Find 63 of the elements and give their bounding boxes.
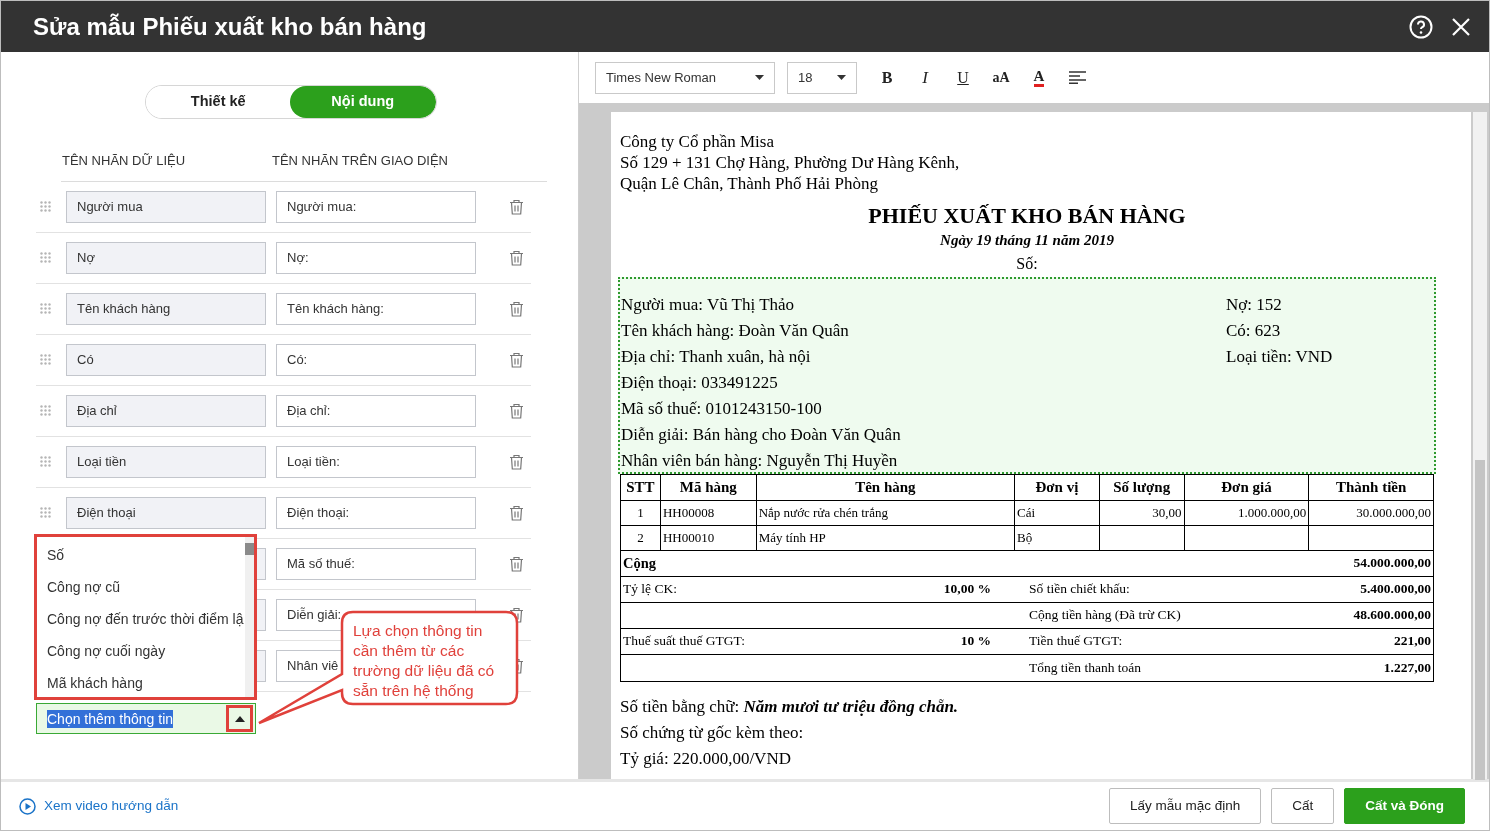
summary-value: 10,00 % <box>943 580 991 599</box>
combo-value: Chọn thêm thông tin <box>47 709 174 728</box>
info-line: Loại tiền: VND <box>1226 346 1333 368</box>
info-line: Có: 623 <box>1226 320 1282 342</box>
summary-value: 5.400.000,00 <box>1360 580 1431 599</box>
info-line: Tên khách hàng: Đoàn Văn Quân <box>621 320 850 342</box>
column-header: TÊN NHÃN TRÊN GIAO DIỆN <box>272 152 448 170</box>
summary-label: Thuế suất thuế GTGT: <box>623 632 745 651</box>
table-cell: HH00010 <box>659 526 756 550</box>
info-line: Diễn giải: Bán hàng cho Đoàn Văn Quân <box>621 424 902 446</box>
info-line: Người mua: Vũ Thị Thảo <box>621 294 796 316</box>
data-label-field: Điện thoại <box>66 496 266 529</box>
summary-label: Cộng tiền hàng (Đã trừ CK) <box>1029 606 1181 625</box>
column-header: Tên hàng <box>755 475 1015 500</box>
document-number: Số: <box>1015 254 1039 274</box>
info-line: Mã số thuế: 0101243150-100 <box>621 398 823 420</box>
window-title: Sửa mẫu Phiếu xuất kho bán hàng <box>33 11 427 42</box>
summary-label: Tổng tiền thanh toán <box>1029 658 1142 677</box>
table-cell: Máy tính HP <box>755 526 1014 550</box>
summary-label: Số tiền chiết khấu: <box>1029 580 1130 599</box>
summary-value: 10 % <box>960 632 991 651</box>
summary-label: Tỷ lệ CK: <box>623 580 677 599</box>
table-cell: Nắp nước rửa chén trắng <box>755 501 1014 525</box>
document-line: Số chứng từ gốc kèm theo: <box>620 722 805 744</box>
table-cell: 1.000.000,00 <box>1183 501 1309 525</box>
info-line: Điện thoại: 033491225 <box>621 372 779 394</box>
data-label-field: Loại tiền <box>66 445 266 478</box>
summary-value: 221,00 <box>1393 632 1431 651</box>
summary-value: 1.227,00 <box>1383 658 1431 677</box>
company-line: Số 129 + 131 Chợ Hàng, Phường Dư Hàng Kênh, <box>620 152 961 173</box>
table-cell: Bộ <box>1014 526 1099 550</box>
column-header: Mã hàng <box>659 475 756 500</box>
company-line: Quận Lê Chân, Thành Phố Hải Phòng <box>620 173 879 194</box>
column-header: Thành tiền <box>1308 475 1433 500</box>
info-line: Địa chỉ: Thanh xuân, hà nội <box>621 346 812 368</box>
total-value: 54.000.000,00 <box>1353 554 1432 573</box>
column-header: STT <box>625 478 656 498</box>
document-title: PHIẾU XUẤT KHO BÁN HÀNG <box>867 203 1187 229</box>
summary-value: 48.600.000,00 <box>1353 606 1431 625</box>
table-cell: HH00008 <box>659 501 756 525</box>
table-cell: 30,00 <box>1098 501 1184 525</box>
data-label-field: Người mua <box>66 190 266 223</box>
column-header: Đơn giá <box>1183 475 1309 500</box>
document-line: Số tiền bằng chữ: Năm mươi tư triệu đồng chẵn. <box>620 696 960 718</box>
document-date: Ngày 19 tháng 11 năm 2019 <box>939 231 1115 250</box>
table-cell: 30.000.000,00 <box>1308 501 1433 525</box>
table-cell-text: 1 <box>636 504 645 523</box>
column-header: Số lượng <box>1098 475 1184 500</box>
column-header: TÊN NHÃN DỮ LIỆU <box>62 152 187 170</box>
document-line: Tỷ giá: 220.000,00/VND <box>620 748 792 770</box>
data-label-field: Nợ <box>66 241 266 274</box>
summary-label: Tiền thuế GTGT: <box>1029 632 1123 651</box>
info-line: Nợ: 152 <box>1226 294 1283 316</box>
table-cell-text: 2 <box>636 529 645 548</box>
tooltip-text: Lựa chọn thông tin cần thêm từ các trường dữ liệu đã có sẵn trên hệ thống <box>353 621 495 701</box>
data-label-field: Có <box>66 343 266 376</box>
company-line: Công ty Cổ phần Misa <box>620 131 775 152</box>
data-label-field: Địa chỉ <box>66 394 266 427</box>
data-label-field: Tên khách hàng <box>66 292 266 325</box>
table-cell: Cái <box>1014 501 1099 525</box>
total-label: Cộng <box>622 553 657 573</box>
info-line: Nhân viên bán hàng: Nguyễn Thị Huyền <box>621 450 899 472</box>
column-header: Đơn vị <box>1014 475 1099 500</box>
